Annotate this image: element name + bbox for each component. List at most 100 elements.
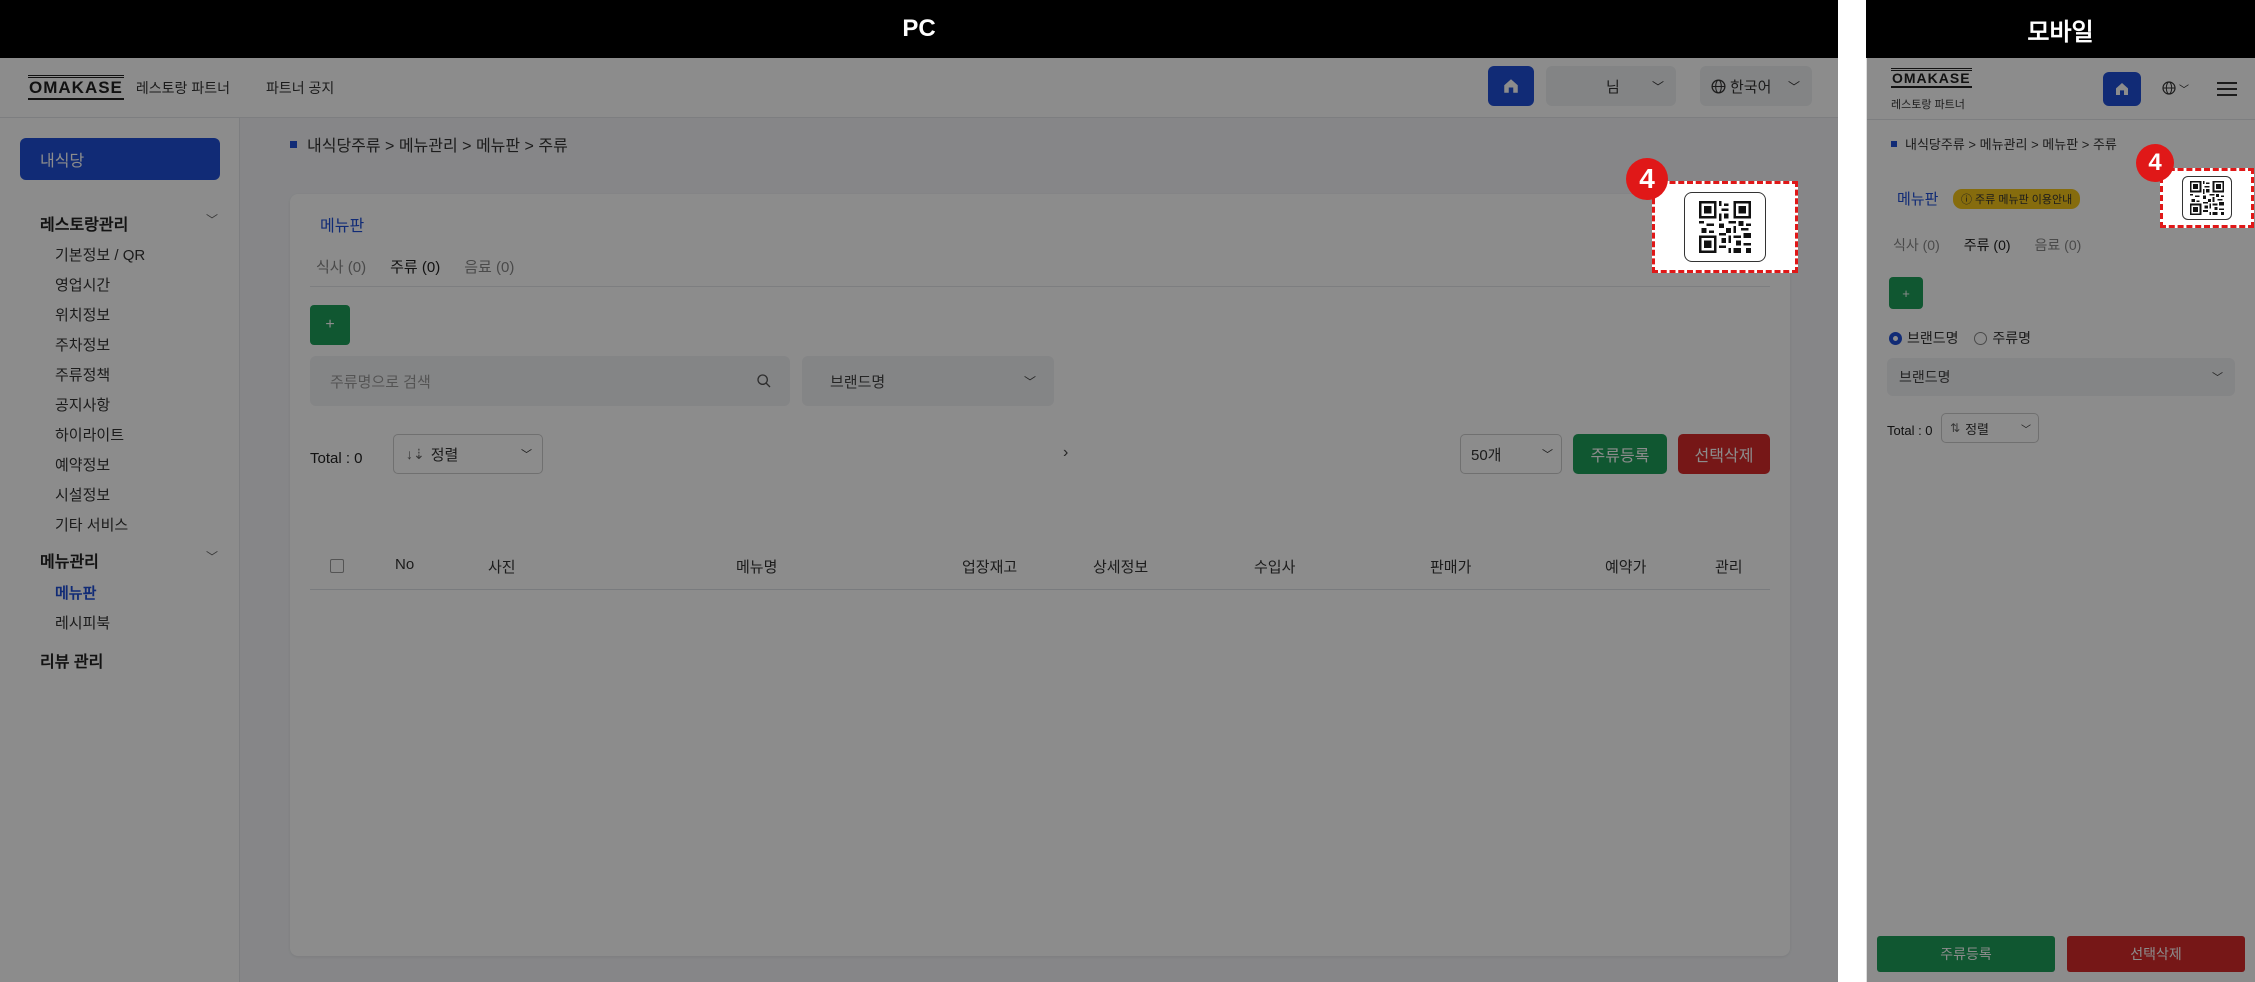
- sidebar-item-location[interactable]: 위치정보: [55, 304, 110, 325]
- sidebar-item-facilities[interactable]: 시설정보: [55, 484, 110, 505]
- sidebar-item-basic-info[interactable]: 기본정보 / QR: [55, 244, 145, 265]
- search-icon: [757, 374, 771, 388]
- tab-meal[interactable]: 식사 (0): [1893, 235, 1940, 255]
- radio-brand[interactable]: [1889, 332, 1902, 345]
- column-menu-name: 메뉴명: [736, 559, 778, 576]
- home-icon: [2116, 83, 2128, 95]
- qr-code-button[interactable]: [2182, 176, 2232, 220]
- search-placeholder: 주류명으로 검색: [330, 373, 431, 391]
- qr-code-icon: [1699, 201, 1751, 253]
- chevron-down-icon: ﹀: [1651, 79, 1664, 94]
- sidebar-item-parking[interactable]: 주차정보: [55, 334, 110, 355]
- liquor-menu-info-badge[interactable]: ⓘ 주류 메뉴판 이용안내: [1953, 189, 2081, 209]
- chevron-down-icon: ﹀: [206, 550, 219, 564]
- sidebar-item-reservation[interactable]: 예약정보: [55, 454, 110, 475]
- sidebar-item-hours[interactable]: 영업시간: [55, 274, 110, 295]
- sort-select[interactable]: ⇅ 정렬 ﹀: [1941, 413, 2039, 443]
- brand-select-value: 브랜드명: [830, 373, 886, 391]
- language-select[interactable]: ﹀: [2161, 80, 2189, 96]
- hamburger-menu-button[interactable]: [2217, 80, 2237, 103]
- chevron-down-icon: ﹀: [2212, 372, 2223, 384]
- tab-divider: [310, 286, 1770, 287]
- mobile-top-bar: OMAKASE 레스토랑 파트너 ﹀: [1867, 58, 2255, 120]
- user-suffix: 님: [1606, 78, 1620, 96]
- tab-beverage[interactable]: 음료 (0): [464, 256, 514, 277]
- sort-label: 정렬: [1965, 421, 1989, 437]
- register-liquor-button[interactable]: 주류등록: [1877, 936, 2055, 972]
- tab-liquor[interactable]: 주류 (0): [1964, 235, 2011, 255]
- home-icon: [1504, 79, 1518, 93]
- column-price: 판매가: [1430, 559, 1472, 576]
- menu-icon: [2217, 82, 2237, 96]
- chevron-down-icon: ﹀: [2021, 424, 2031, 436]
- sidebar-item-menu-board[interactable]: 메뉴판: [55, 582, 96, 603]
- column-importer: 수입사: [1254, 559, 1296, 576]
- sidebar-item-other-services[interactable]: 기타 서비스: [55, 514, 128, 535]
- sidebar-item-notices[interactable]: 공지사항: [55, 394, 110, 415]
- tab-meal[interactable]: 식사 (0): [316, 256, 366, 277]
- chevron-right-icon[interactable]: ›: [1063, 444, 1068, 462]
- chevron-down-icon: ﹀: [206, 213, 219, 227]
- column-details: 상세정보: [1093, 559, 1149, 576]
- sidebar-item-recipe-book[interactable]: 레시피북: [55, 612, 110, 633]
- sidebar-item-liquor-policy[interactable]: 주류정책: [55, 364, 110, 385]
- category-tabs: 식사 (0) 주류 (0) 음료 (0): [316, 256, 514, 277]
- breadcrumb-marker: [290, 140, 297, 148]
- brand-select-value: 브랜드명: [1899, 369, 1951, 385]
- logo-subtitle: 레스토랑 파트너: [1891, 99, 1965, 111]
- tab-liquor[interactable]: 주류 (0): [390, 256, 440, 277]
- column-reserve-price: 예약가: [1605, 559, 1647, 576]
- page-size-value: 50개: [1471, 446, 1502, 464]
- chevron-down-icon: ﹀: [1023, 374, 1036, 389]
- delete-selected-button[interactable]: 선택삭제: [2067, 936, 2245, 972]
- card-title: 메뉴판: [1897, 191, 1939, 208]
- radio-liquor[interactable]: [1974, 332, 1988, 345]
- register-liquor-button[interactable]: 주류등록: [1573, 434, 1667, 474]
- sort-icon: ⇅: [1950, 421, 1961, 435]
- sidebar-my-store[interactable]: 내식당: [20, 138, 220, 180]
- callout-number-badge-pc: 4: [1626, 158, 1668, 200]
- menu-card: 메뉴판 식사 (0) 주류 (0) 음료 (0) + 주류명으로 검색 브랜드명…: [290, 194, 1790, 956]
- breadcrumb-text: 내식당주류 > 메뉴관리 > 메뉴판 > 주류: [1905, 137, 2117, 152]
- add-button[interactable]: +: [1889, 277, 1923, 309]
- column-stock: 업장재고: [962, 559, 1018, 576]
- qr-code-button[interactable]: [1684, 192, 1766, 262]
- language-select[interactable]: 한국어 ﹀: [1700, 66, 1812, 106]
- partner-notice-link[interactable]: 파트너 공지: [266, 78, 334, 98]
- qr-callout-pc: [1652, 181, 1798, 273]
- omakase-logo[interactable]: OMAKASE: [28, 75, 124, 100]
- sort-select[interactable]: ↓⇣ 정렬 ﹀: [393, 434, 543, 474]
- qr-code-icon: [2190, 181, 2224, 215]
- sort-label: 정렬: [430, 446, 459, 464]
- page-size-select[interactable]: 50개 ﹀: [1460, 434, 1562, 474]
- category-tabs: 식사 (0) 주류 (0) 음료 (0): [1893, 235, 2081, 255]
- sidebar-group-restaurant[interactable]: 레스토랑관리: [40, 211, 128, 235]
- sort-icon: ↓⇣: [406, 445, 425, 462]
- pc-label: PC: [902, 15, 936, 42]
- sidebar-item-highlights[interactable]: 하이라이트: [55, 424, 124, 445]
- globe-icon: [1711, 78, 1726, 94]
- column-no: No: [395, 556, 415, 573]
- chevron-down-icon: ﹀: [1542, 449, 1553, 461]
- home-button[interactable]: [2103, 72, 2141, 106]
- add-button[interactable]: +: [310, 305, 350, 345]
- delete-selected-button[interactable]: 선택삭제: [1678, 434, 1770, 474]
- home-button[interactable]: [1488, 66, 1534, 106]
- radio-brand-label: 브랜드명: [1907, 330, 1959, 346]
- brand-select[interactable]: 브랜드명 ﹀: [1887, 358, 2235, 396]
- search-input[interactable]: 주류명으로 검색: [310, 356, 790, 406]
- globe-icon: [2162, 81, 2176, 95]
- sidebar-group-review[interactable]: 리뷰 관리: [40, 648, 103, 672]
- table-header: No 사진 메뉴명 업장재고 상세정보 수입사 판매가 예약가 관리: [310, 542, 1770, 590]
- omakase-logo[interactable]: OMAKASE: [1891, 68, 1972, 88]
- breadcrumb: 내식당주류 > 메뉴관리 > 메뉴판 > 주류: [290, 132, 568, 156]
- select-all-checkbox[interactable]: [330, 559, 344, 573]
- card-title: 메뉴판: [320, 218, 365, 235]
- user-dropdown[interactable]: 님 ﹀: [1546, 66, 1676, 106]
- sidebar-group-menu[interactable]: 메뉴관리: [40, 548, 99, 572]
- total-count: Total : 0: [310, 450, 363, 467]
- mobile-label: 모바일: [2027, 18, 2094, 46]
- qr-callout-mobile: [2160, 168, 2254, 228]
- brand-select[interactable]: 브랜드명 ﹀: [802, 356, 1054, 406]
- tab-beverage[interactable]: 음료 (0): [2035, 235, 2082, 255]
